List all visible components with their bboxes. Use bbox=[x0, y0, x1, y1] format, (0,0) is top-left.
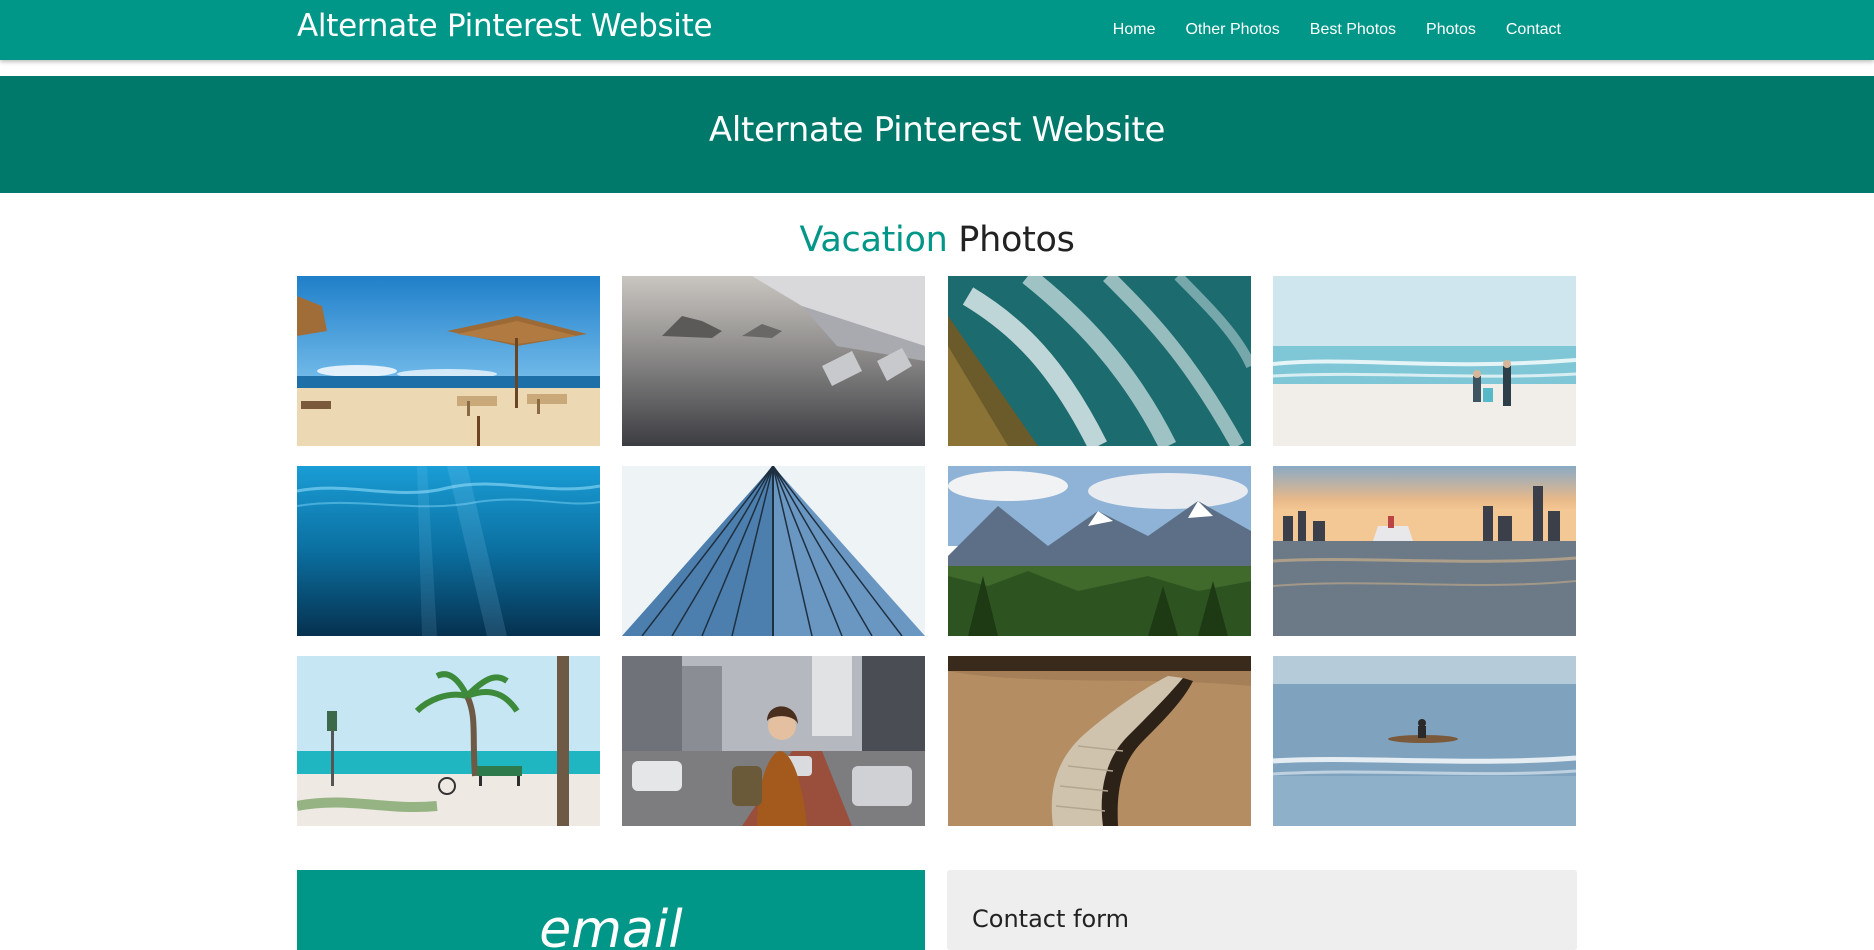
nav-link-photos[interactable]: Photos bbox=[1426, 21, 1476, 38]
contact-form-card: Contact form bbox=[947, 870, 1577, 950]
email-card: email bbox=[297, 870, 925, 950]
contact-form-title: Contact form bbox=[972, 905, 1129, 933]
photo-kayak-sea[interactable] bbox=[1272, 656, 1576, 826]
gallery-title-rest: Photos bbox=[958, 220, 1075, 260]
photo-city-skyline-ship[interactable] bbox=[1272, 466, 1576, 636]
brand-link[interactable]: Alternate Pinterest Website bbox=[297, 8, 713, 44]
photo-beach-umbrellas[interactable] bbox=[297, 276, 600, 446]
hero-title: Alternate Pinterest Website bbox=[708, 109, 1166, 150]
photo-airplane-wing[interactable] bbox=[622, 276, 926, 446]
nav-link-contact[interactable]: Contact bbox=[1506, 21, 1561, 38]
photo-woman-city-street[interactable] bbox=[622, 656, 926, 826]
email-card-label: email bbox=[539, 900, 683, 950]
photo-palm-beach-bench[interactable] bbox=[297, 656, 600, 826]
photo-glass-building[interactable] bbox=[622, 466, 926, 636]
photo-beach-couple[interactable] bbox=[1272, 276, 1576, 446]
photo-gallery bbox=[297, 276, 1577, 826]
photo-boardwalk-field[interactable] bbox=[947, 656, 1251, 826]
hero-banner: Alternate Pinterest Website bbox=[0, 76, 1874, 193]
nav-link-best-photos[interactable]: Best Photos bbox=[1310, 21, 1396, 38]
photo-mountain-valley[interactable] bbox=[947, 466, 1251, 636]
gallery-title-accent: Vacation bbox=[799, 220, 948, 260]
nav-menu: Home Other Photos Best Photos Photos Con… bbox=[1113, 0, 1561, 60]
nav-link-home[interactable]: Home bbox=[1113, 21, 1156, 38]
top-navbar: Alternate Pinterest Website Home Other P… bbox=[0, 0, 1874, 60]
gallery-title: Vacation Photos bbox=[0, 220, 1874, 260]
photo-underwater[interactable] bbox=[297, 466, 600, 636]
nav-link-other-photos[interactable]: Other Photos bbox=[1185, 21, 1279, 38]
photo-aerial-waves[interactable] bbox=[947, 276, 1251, 446]
